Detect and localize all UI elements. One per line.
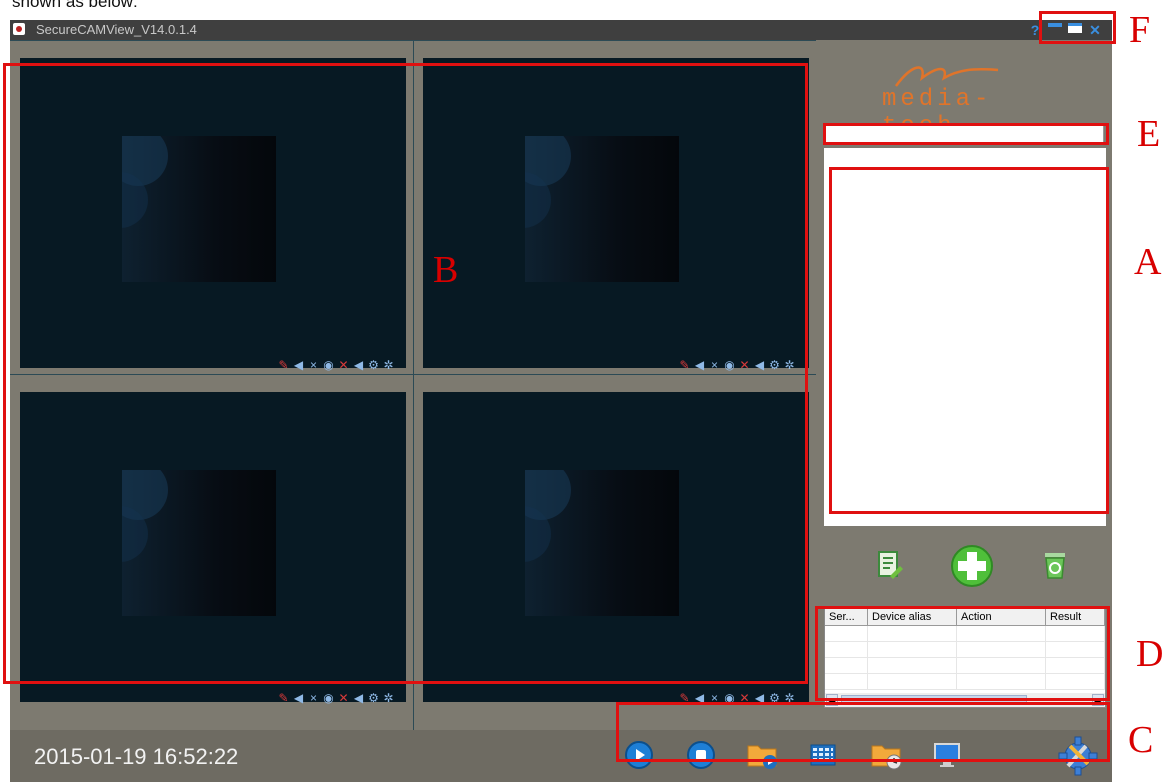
window-title: SecureCAMView_V14.0.1.4 <box>36 22 197 37</box>
annotation-label-c: C <box>1128 719 1154 761</box>
talk-icon[interactable]: ◀ <box>353 691 365 705</box>
annotation-label-b: B <box>433 249 459 291</box>
device-actions <box>818 545 1112 596</box>
title-bar: SecureCAMView_V14.0.1.4 ? ✕ <box>10 20 1112 40</box>
annotation-box-b <box>3 63 808 684</box>
audio-icon[interactable]: ◀ <box>293 691 305 705</box>
record-icon[interactable]: ✎ <box>278 691 290 705</box>
intro-text: shown as below: <box>12 0 138 11</box>
settings-icon[interactable]: ⚙ <box>368 691 380 705</box>
mute-icon[interactable]: × <box>308 691 320 705</box>
pane-controls-3: ✎ ◀ × ◉ ✕ ◀ ⚙ ✲ <box>278 691 395 705</box>
annotation-box-a <box>829 167 1109 514</box>
annotation-label-f: F <box>1129 9 1151 51</box>
annotation-box-c <box>616 702 1110 762</box>
annotation-label-d: D <box>1136 633 1164 675</box>
delete-device-icon[interactable] <box>1042 550 1068 585</box>
edit-device-icon[interactable] <box>876 550 904 585</box>
ptz-icon[interactable]: ✲ <box>383 691 395 705</box>
close-stream-icon[interactable]: ✕ <box>338 691 350 705</box>
logo-swoosh-icon <box>894 66 999 87</box>
datetime-display: 2015-01-19 16:52:22 <box>34 744 239 769</box>
app-icon <box>13 23 25 35</box>
annotation-box-d <box>815 606 1110 701</box>
annotation-box-f <box>1039 11 1116 44</box>
annotation-box-e <box>823 123 1109 145</box>
annotation-label-a: A <box>1134 241 1162 283</box>
brand-logo: media-tech <box>882 56 1062 140</box>
snapshot-icon[interactable]: ◉ <box>323 691 335 705</box>
annotation-label-e: E <box>1137 113 1161 155</box>
add-device-icon[interactable] <box>950 544 994 593</box>
